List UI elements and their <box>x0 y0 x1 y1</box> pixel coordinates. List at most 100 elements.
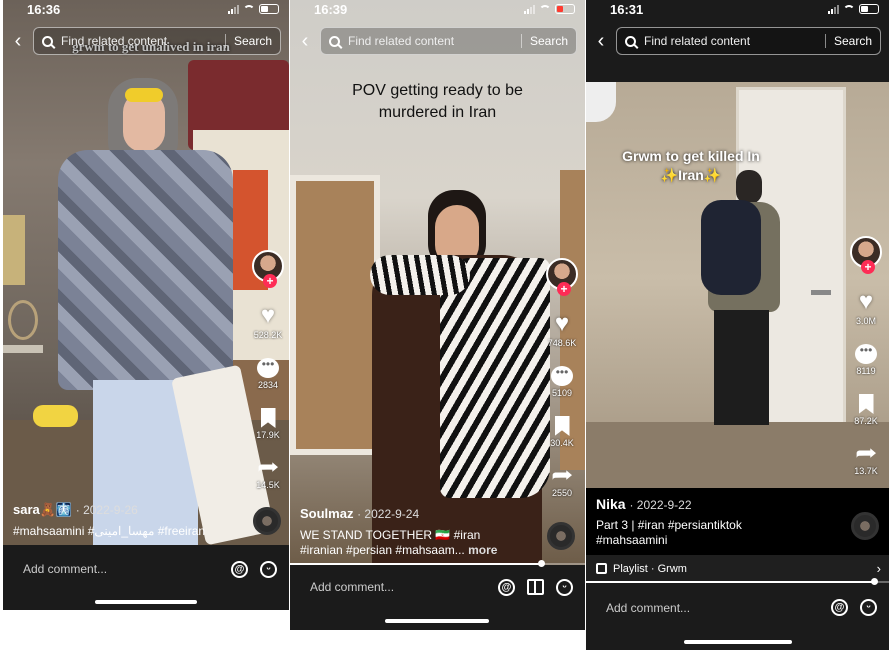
video-caption: POV getting ready to be murdered in Iran <box>352 82 523 121</box>
mention-icon[interactable]: @ <box>831 599 848 616</box>
back-arrow-icon[interactable]: ‹ <box>3 27 33 55</box>
progress-fill <box>586 581 874 583</box>
share-arrow-icon[interactable]: ➦ <box>855 442 877 464</box>
search-row: ‹ Find related content Search <box>586 26 889 56</box>
search-placeholder: Find related content <box>348 34 455 48</box>
author-name[interactable]: Soulmaz <box>300 506 353 521</box>
share-count: 14.5K <box>256 480 280 490</box>
more-link[interactable]: more <box>468 543 497 557</box>
comment-icon[interactable]: ••• <box>551 366 573 386</box>
comment-input[interactable]: Add comment... <box>606 601 819 615</box>
author-name[interactable]: sara🧸🩻 <box>13 502 72 517</box>
back-arrow-icon[interactable]: ‹ <box>586 27 616 55</box>
home-indicator <box>684 640 792 644</box>
video-progress[interactable] <box>586 578 889 585</box>
follow-plus-icon[interactable]: + <box>263 274 277 288</box>
heart-icon[interactable]: ♥ <box>261 304 275 328</box>
video-description: WE STAND TOGETHER 🇮🇷 #iran #iranian #per… <box>300 528 497 558</box>
home-indicator <box>95 600 197 604</box>
music-disc-icon[interactable] <box>253 507 281 535</box>
clock: 16:31 <box>610 1 644 17</box>
heart-icon[interactable]: ♥ <box>859 290 873 314</box>
chevron-right-icon: › <box>876 561 881 576</box>
author-line: sara🧸🩻 · 2022-9-26 <box>13 502 138 518</box>
emoji-icon[interactable]: ᵕ <box>260 560 277 578</box>
status-bar: 16:39 <box>290 0 585 18</box>
phone-3: 16:31 ‹ Find related content Search Grwm… <box>586 0 889 650</box>
comment-bar: Add comment... @ ᵕ <box>3 545 289 593</box>
comment-input[interactable]: Add comment... <box>310 580 486 594</box>
music-disc-icon[interactable] <box>851 512 879 540</box>
gift-icon[interactable] <box>527 579 544 595</box>
heart-icon[interactable]: ♥ <box>555 312 569 336</box>
lamp <box>586 82 616 122</box>
battery-icon <box>259 4 279 14</box>
like-count: 3.0M <box>855 316 876 326</box>
scarf-left <box>370 255 470 295</box>
share-arrow-icon[interactable]: ➦ <box>257 456 279 478</box>
author-name[interactable]: Nika <box>596 496 626 512</box>
bookmark-icon[interactable] <box>260 408 276 428</box>
follow-plus-icon[interactable]: + <box>557 282 571 296</box>
music-disc-icon[interactable] <box>547 522 575 550</box>
emoji-icon[interactable]: ᵕ <box>556 578 573 596</box>
search-button[interactable]: Search <box>224 34 272 48</box>
comment-icon[interactable]: ••• <box>855 344 877 364</box>
mention-icon[interactable]: @ <box>231 560 248 578</box>
creator-avatar[interactable]: + <box>252 250 284 288</box>
search-placeholder: Find related content <box>61 34 168 48</box>
creator-avatar[interactable]: + <box>850 236 882 274</box>
yellow-object <box>33 405 78 427</box>
comment-icon[interactable]: ••• <box>257 358 279 378</box>
emoji-icon[interactable]: ᵕ <box>860 599 877 616</box>
mention-icon[interactable]: @ <box>498 578 515 596</box>
clock: 16:39 <box>314 1 348 17</box>
comment-bar: Add comment... @ ᵕ <box>290 566 585 608</box>
save-count: 17.9K <box>256 430 280 440</box>
follow-plus-icon[interactable]: + <box>861 260 875 274</box>
comment-count: 8119 <box>856 366 876 376</box>
search-input[interactable]: Find related content Search <box>320 27 577 55</box>
signal-icon <box>228 4 239 14</box>
status-bar: 16:31 <box>586 0 889 18</box>
search-icon <box>625 35 636 47</box>
progress-handle[interactable] <box>537 560 545 567</box>
search-button[interactable]: Search <box>824 34 872 48</box>
back-arrow-icon[interactable]: ‹ <box>290 27 320 55</box>
comment-count: 2834 <box>257 380 279 390</box>
search-input[interactable]: Find related content Search <box>33 27 281 55</box>
action-rail: + ♥ 3.0M ••• 8119 87.2K ➦ 13.7K <box>841 236 889 476</box>
search-input[interactable]: Find related content Search <box>616 27 881 55</box>
creator-avatar[interactable]: + <box>546 258 578 296</box>
phone-2: 16:39 ‹ Find related content Search POV … <box>290 0 585 630</box>
save-count: 87.2K <box>854 416 878 426</box>
search-button[interactable]: Search <box>520 34 568 48</box>
bookmark-icon[interactable] <box>858 394 874 414</box>
progress-fill <box>290 563 541 565</box>
bookmark-icon[interactable] <box>554 416 570 436</box>
search-row: ‹ Find related content Search <box>3 26 289 56</box>
video-progress[interactable] <box>290 560 585 567</box>
search-icon <box>329 35 340 47</box>
signal-icon <box>524 4 535 14</box>
save-count: 30.4K <box>550 438 574 448</box>
black-pants <box>714 310 769 425</box>
playlist-bar[interactable]: Playlist · Grwm › <box>586 555 889 582</box>
progress-handle[interactable] <box>870 578 878 585</box>
post-date: · 2022-9-24 <box>357 507 420 521</box>
patterned-scarf <box>440 258 550 498</box>
search-placeholder: Find related content <box>644 34 751 48</box>
wall-poster <box>3 215 25 285</box>
search-row: ‹ Find related content Search <box>290 26 585 56</box>
signal-icon <box>828 4 839 14</box>
comment-input[interactable]: Add comment... <box>23 562 219 576</box>
description-line-1: Part 3 | #iran #persiantiktok <box>596 518 742 532</box>
screenshot-collage: 16:36 ‹ Find related content Search grwm… <box>0 0 889 650</box>
door-handle <box>811 290 831 295</box>
author-line: Nika · 2022-9-22 <box>596 496 692 512</box>
share-arrow-icon[interactable]: ➦ <box>551 464 573 486</box>
yellow-hair <box>125 88 163 102</box>
wifi-icon <box>539 4 551 14</box>
wifi-icon <box>843 4 855 14</box>
battery-icon <box>555 4 575 14</box>
